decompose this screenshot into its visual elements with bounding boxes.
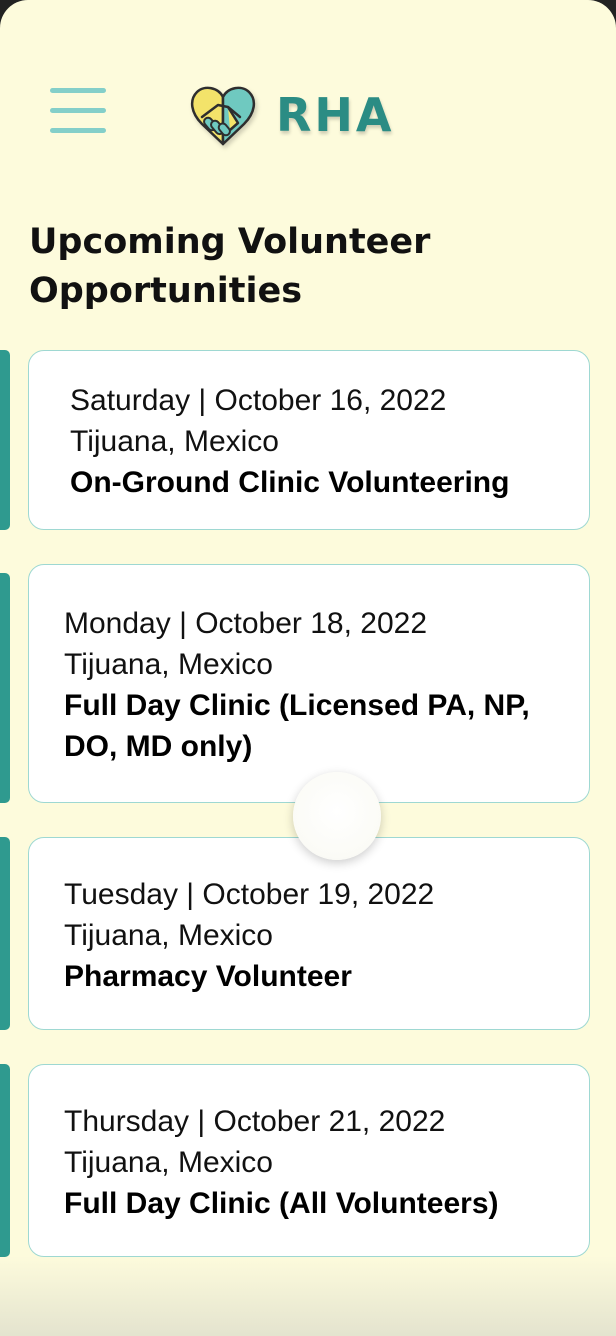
assistive-touch-button[interactable] bbox=[293, 772, 381, 860]
card-accent-bar bbox=[0, 573, 10, 803]
opportunity-title: On-Ground Clinic Volunteering bbox=[70, 466, 510, 499]
opportunity-title: Full Day Clinic (Licensed PA, NP, bbox=[64, 689, 530, 722]
app-screen: RHA Upcoming Volunteer Opportunities Sat… bbox=[0, 0, 616, 1336]
card-accent-bar bbox=[0, 1064, 10, 1257]
opportunity-card[interactable]: Thursday | October 21, 2022 Tijuana, Mex… bbox=[28, 1064, 590, 1257]
opportunity-date: Thursday | October 21, 2022 bbox=[64, 1105, 446, 1138]
menu-bar bbox=[50, 88, 106, 93]
page-title-line: Upcoming Volunteer bbox=[29, 222, 431, 262]
opportunity-card[interactable]: Tuesday | October 19, 2022 Tijuana, Mexi… bbox=[28, 837, 590, 1030]
hamburger-menu-icon[interactable] bbox=[50, 88, 106, 138]
app-logo[interactable]: RHA bbox=[188, 80, 395, 150]
menu-bar bbox=[50, 128, 106, 133]
bottom-fade bbox=[0, 1256, 616, 1336]
opportunity-location: Tijuana, Mexico bbox=[70, 425, 279, 458]
opportunity-location: Tijuana, Mexico bbox=[64, 1146, 273, 1179]
opportunity-card[interactable]: Monday | October 18, 2022 Tijuana, Mexic… bbox=[28, 564, 590, 803]
heart-handshake-icon bbox=[190, 86, 256, 146]
card-accent-bar bbox=[0, 350, 10, 530]
opportunity-location: Tijuana, Mexico bbox=[64, 648, 273, 681]
opportunity-title: Full Day Clinic (All Volunteers) bbox=[64, 1187, 499, 1220]
opportunity-date: Saturday | October 16, 2022 bbox=[70, 384, 447, 417]
page-title-line: Opportunities bbox=[29, 271, 303, 311]
opportunity-date: Monday | October 18, 2022 bbox=[64, 607, 428, 640]
opportunity-title: Pharmacy Volunteer bbox=[64, 960, 352, 993]
page-title: Upcoming Volunteer Opportunities bbox=[29, 218, 589, 316]
opportunity-location: Tijuana, Mexico bbox=[64, 919, 273, 952]
opportunity-card[interactable]: Saturday | October 16, 2022 Tijuana, Mex… bbox=[28, 350, 590, 530]
logo-text: RHA bbox=[276, 88, 395, 142]
card-accent-bar bbox=[0, 837, 10, 1030]
opportunity-title: DO, MD only) bbox=[64, 730, 253, 763]
opportunity-date: Tuesday | October 19, 2022 bbox=[64, 878, 435, 911]
menu-bar bbox=[50, 108, 106, 113]
